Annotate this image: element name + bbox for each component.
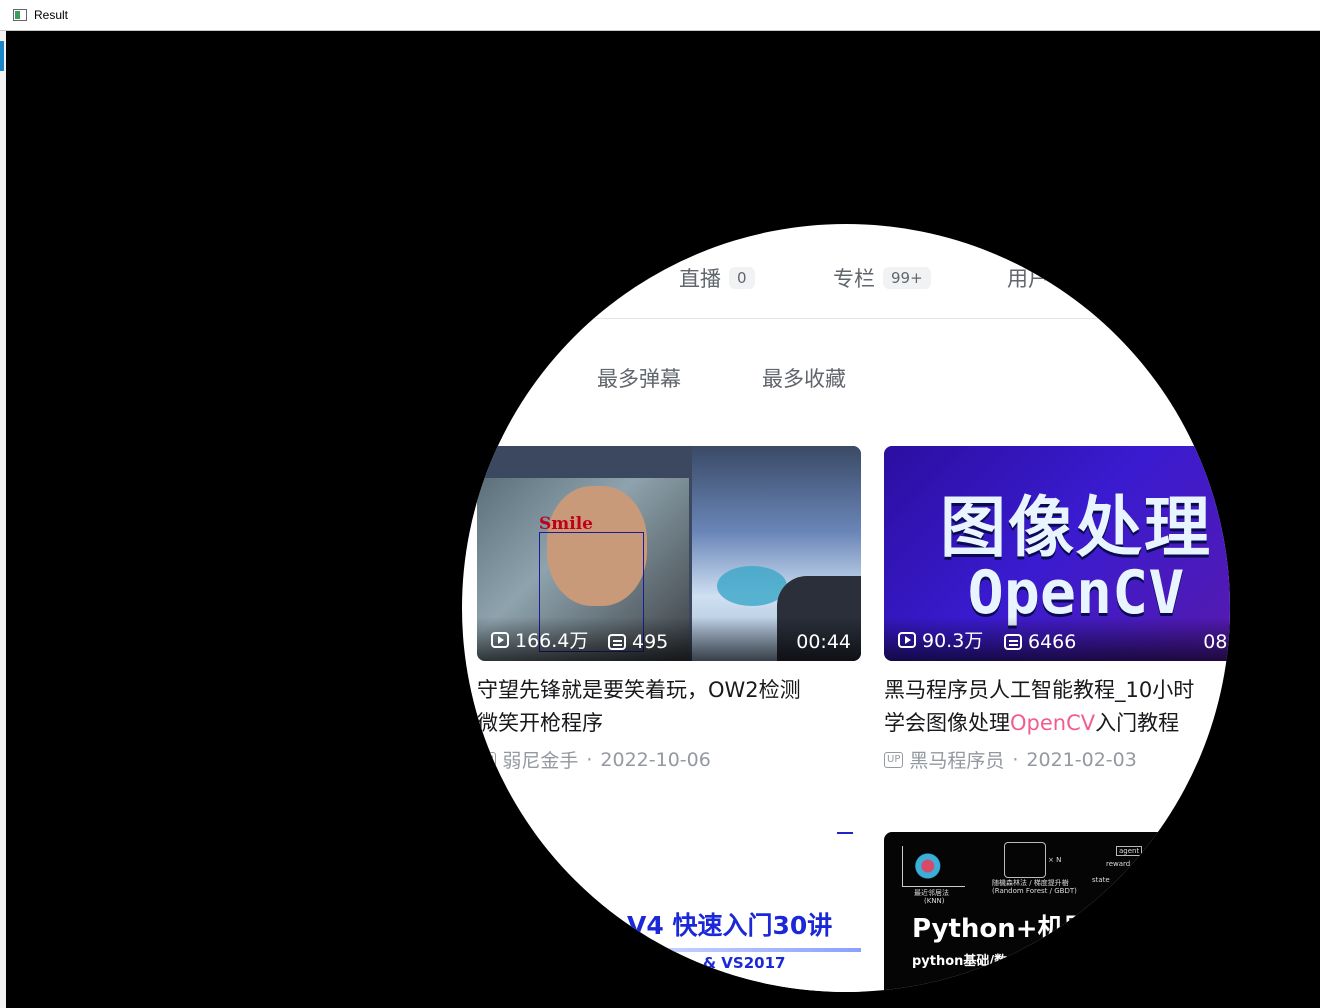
tab-users[interactable]: 用户 bbox=[1007, 262, 1049, 294]
play-icon bbox=[898, 631, 916, 648]
tab-label: 用户 bbox=[1007, 267, 1049, 291]
tabs-divider bbox=[462, 318, 1230, 319]
tab-column[interactable]: 专栏 99+ bbox=[833, 262, 931, 294]
window-titlebar: Result bbox=[0, 0, 1320, 31]
danmaku-count: 495 bbox=[608, 631, 668, 653]
view-count: 90.3万 bbox=[898, 626, 983, 653]
danmaku-count: 6466 bbox=[1004, 631, 1076, 653]
video-meta: UP 黑马程序员 · 2021-02-03 bbox=[884, 746, 1137, 773]
video-duration: 08:38 bbox=[1203, 631, 1230, 653]
window-title: Result bbox=[34, 8, 69, 22]
app-icon bbox=[13, 9, 27, 21]
thumb-subheading: python基础/数 bbox=[912, 954, 1008, 969]
video-thumbnail[interactable]: Smile 166.4万 495 00:44 bbox=[477, 446, 861, 661]
uploader-name[interactable]: 黑马程序员 bbox=[909, 746, 1004, 773]
tab-count-badge: 99+ bbox=[883, 267, 931, 289]
play-icon bbox=[491, 631, 509, 648]
magnified-page: 直播 0 专栏 99+ 用户 最多弹幕 最多收藏 Smile 166.4万 49… bbox=[462, 224, 1230, 992]
video-thumbnail[interactable]: 图像处理 OpenCV 90.3万 6466 08:38 bbox=[884, 446, 1230, 661]
background-window-accent bbox=[0, 41, 4, 71]
danmaku-icon bbox=[608, 634, 626, 650]
smile-label: Smile bbox=[539, 514, 593, 534]
video-meta: UP 弱尼金手 · 2022-10-06 bbox=[477, 746, 711, 773]
thumb-heading: V4 快速入门30讲 bbox=[627, 911, 833, 940]
tab-label: 专栏 bbox=[833, 267, 875, 291]
background-window-edge bbox=[0, 31, 6, 1008]
tree-diagram bbox=[1004, 842, 1046, 878]
sort-most-favorites[interactable]: 最多收藏 bbox=[762, 363, 846, 393]
tab-live[interactable]: 直播 0 bbox=[679, 262, 755, 294]
publish-date: 2022-10-06 bbox=[600, 748, 711, 771]
tab-count-badge: 0 bbox=[729, 267, 755, 289]
thumb-heading: 图像处理 bbox=[940, 489, 1212, 566]
tab-label: 直播 bbox=[679, 267, 721, 291]
thumb-heading: Python+机器 bbox=[912, 914, 1090, 944]
publish-date: 2021-02-03 bbox=[1026, 748, 1137, 771]
sort-most-danmaku[interactable]: 最多弹幕 bbox=[597, 363, 681, 393]
up-icon: UP bbox=[477, 751, 497, 768]
thumb-subheading: & VS2017 bbox=[703, 954, 786, 972]
video-thumbnail[interactable]: 最近邻居法 (KNN) × N 随機森林法 / 梯度提升樹 (Random Fo… bbox=[884, 832, 1230, 992]
magnifier-view: 直播 0 专栏 99+ 用户 最多弹幕 最多收藏 Smile 166.4万 49… bbox=[462, 224, 1230, 992]
knn-diagram bbox=[902, 846, 965, 887]
video-duration: 00:44 bbox=[796, 631, 851, 653]
uploader-name[interactable]: 弱尼金手 bbox=[502, 746, 578, 773]
danmaku-icon bbox=[1004, 634, 1022, 650]
up-icon: UP bbox=[884, 751, 904, 768]
video-title[interactable]: 黑马程序员人工智能教程_10小时 学会图像处理OpenCV入门教程 bbox=[884, 674, 1230, 740]
view-count: 166.4万 bbox=[491, 626, 588, 653]
video-title[interactable]: 守望先锋就是要笑着玩，OW2检测 微笑开枪程序 bbox=[477, 674, 861, 740]
video-thumbnail[interactable]: V4 快速入门30讲 & VS2017 bbox=[477, 832, 861, 992]
